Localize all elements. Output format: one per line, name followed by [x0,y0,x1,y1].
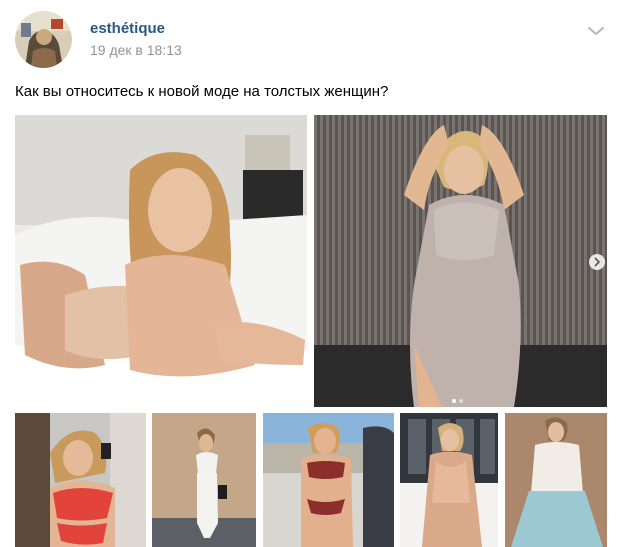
avatar-icon [15,11,72,68]
photo-4[interactable] [152,413,256,547]
photo-1[interactable] [15,115,307,407]
photo-6[interactable] [400,413,498,547]
post-date[interactable]: 19 дек в 18:13 [90,42,182,58]
avatar[interactable] [15,11,72,68]
photo-3[interactable] [15,413,146,547]
chevron-right-icon [594,257,600,267]
carousel-dot-active [452,399,456,403]
photo-5[interactable] [263,413,394,547]
photo-7[interactable] [505,413,607,547]
photo-2[interactable] [314,115,607,407]
post-card: esthétique 19 дек в 18:13 Как вы относит… [0,0,620,547]
chevron-down-icon[interactable] [586,24,606,38]
post-text: Как вы относитесь к новой моде на толсты… [15,83,389,100]
carousel-dot [459,399,463,403]
carousel-next-button[interactable] [589,254,605,270]
author-name[interactable]: esthétique [90,20,165,37]
